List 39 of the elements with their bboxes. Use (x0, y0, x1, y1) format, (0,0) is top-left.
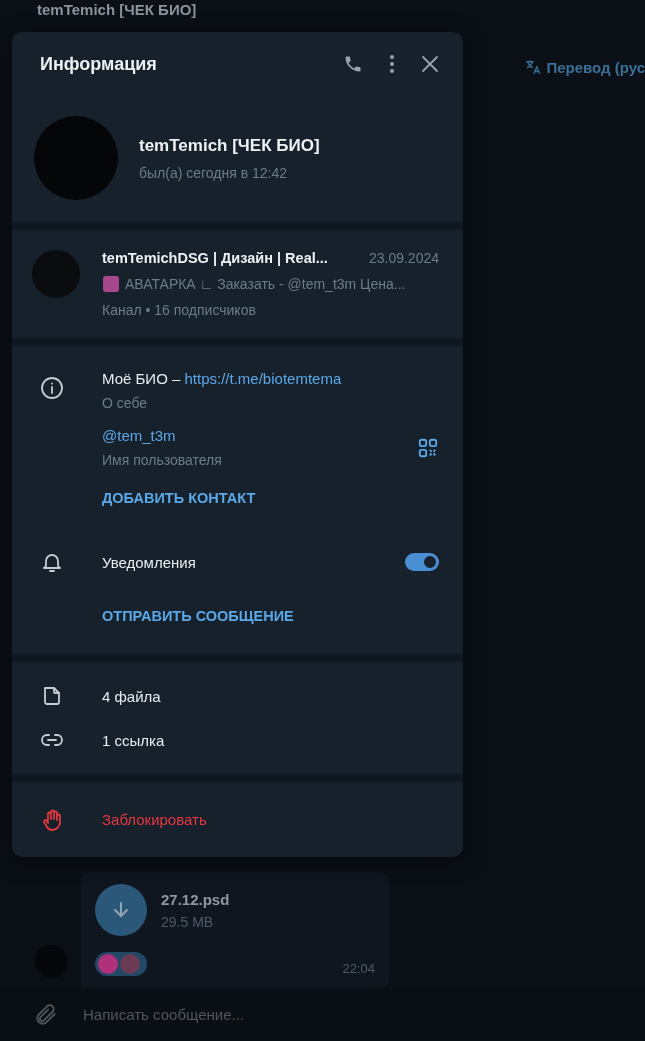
hand-icon (40, 807, 64, 832)
username-label: Имя пользователя (102, 452, 223, 468)
qr-code-icon[interactable] (417, 436, 439, 459)
message-time: 22:04 (342, 961, 375, 976)
username-link[interactable]: @tem_t3m (102, 427, 176, 444)
phone-icon (343, 54, 363, 74)
bio-link[interactable]: https://t.me/biotemtema (184, 370, 342, 387)
links-row[interactable]: 1 ссылка (12, 718, 463, 762)
translate-button[interactable]: Перевод (рус (524, 58, 645, 76)
chat-title: temTemich [ЧЕК БИО] (37, 1, 198, 18)
file-name: 27.12.psd (161, 890, 230, 908)
channel-meta: Канал • 16 подписчиков (102, 302, 257, 318)
panel-title: Информация (40, 53, 158, 75)
notifications-label: Уведомления (102, 553, 197, 571)
translate-icon (524, 58, 543, 76)
files-row[interactable]: 4 файла (12, 674, 463, 718)
channel-card[interactable]: temTemichDSG | Дизайн | Real... 23.09.2024 АВАТАРКА ∟ Заказать - @tem_t3m Цена... Канал • 16 подписчиков (12, 230, 463, 338)
channel-name: temTemichDSG | Дизайн | Real... (102, 250, 328, 266)
reactions-pill[interactable] (95, 952, 147, 976)
bio-label: О себе (102, 395, 149, 411)
profile-status: был(а) сегодня в 12:42 (139, 164, 289, 181)
download-button[interactable] (95, 884, 147, 936)
channel-preview: АВАТАРКА ∟ Заказать - @tem_t3m Цена... (125, 276, 406, 292)
message-input[interactable]: Написать сообщение... (81, 1005, 645, 1024)
channel-avatar (32, 250, 80, 298)
close-icon (421, 55, 439, 73)
attach-icon[interactable] (33, 1001, 59, 1028)
add-contact-button[interactable]: ДОБАВИТЬ КОНТАКТ (102, 490, 256, 506)
info-icon (40, 376, 64, 400)
file-size: 29.5 MB (161, 913, 215, 930)
bio-text: Моё БИО – https://t.me/biotemtema (102, 370, 343, 387)
profile-name: temTemich [ЧЕК БИО] (139, 135, 320, 156)
block-row[interactable]: Заблокировать (12, 782, 463, 857)
send-message-button[interactable]: ОТПРАВИТЬ СООБЩЕНИЕ (102, 608, 294, 624)
sticker-icon (120, 954, 140, 974)
channel-date: 23.09.2024 (368, 250, 439, 266)
more-icon (389, 54, 395, 74)
emoji-icon (102, 275, 120, 293)
notifications-toggle[interactable] (405, 553, 439, 571)
